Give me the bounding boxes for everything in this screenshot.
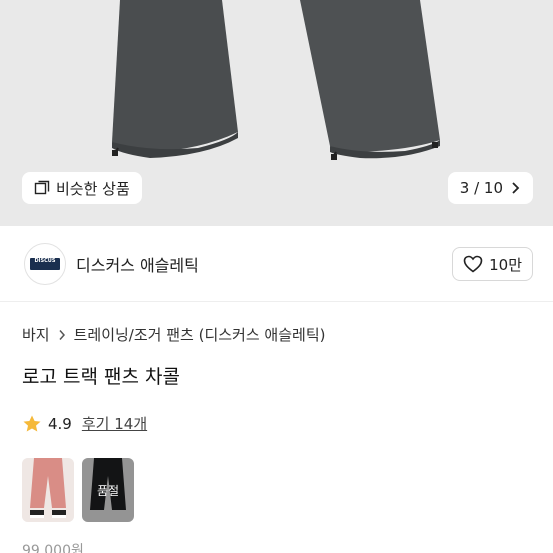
variant-thumb-black[interactable]: 품절 (82, 458, 134, 522)
like-count: 10만 (489, 255, 522, 274)
variant-thumb-pink[interactable] (22, 458, 74, 522)
chevron-right-icon (59, 329, 65, 340)
chevron-right-icon (512, 182, 520, 194)
rating-score: 4.9 (48, 414, 72, 433)
similar-products-button[interactable]: 비슷한 상품 (22, 172, 142, 204)
brand-row[interactable]: DISCUS 디스커스 애슬레틱 10만 (0, 226, 553, 302)
brand-logo[interactable]: DISCUS (24, 243, 66, 285)
image-stack-icon (34, 180, 50, 195)
variant-thumbnails: 품절 (22, 458, 134, 522)
brand-logo-mark: DISCUS (30, 258, 60, 270)
product-title: 로고 트랙 팬츠 차콜 (22, 366, 180, 388)
brand-name[interactable]: 디스커스 애슬레틱 (76, 252, 199, 276)
original-price: 99,000원 (22, 543, 84, 553)
pink-pants-image (22, 458, 74, 522)
star-icon (23, 415, 41, 431)
rating-row: 4.9 후기 14개 (22, 413, 147, 434)
page-counter-text: 3 / 10 (459, 179, 503, 197)
reviews-link[interactable]: 후기 14개 (82, 413, 147, 434)
similar-products-label: 비슷한 상품 (56, 179, 130, 198)
breadcrumb: 바지 트레이닝/조거 팬츠 (디스커스 애슬레틱) (22, 324, 325, 345)
breadcrumb-item-pants[interactable]: 바지 (22, 324, 50, 345)
like-button[interactable]: 10만 (452, 247, 533, 281)
heart-outline-icon (463, 255, 483, 273)
breadcrumb-item-category[interactable]: 트레이닝/조거 팬츠 (디스커스 애슬레틱) (74, 324, 326, 345)
soldout-overlay: 품절 (82, 458, 134, 522)
product-image-gallery[interactable]: 비슷한 상품 3 / 10 (0, 0, 553, 226)
image-page-counter[interactable]: 3 / 10 (447, 172, 533, 204)
